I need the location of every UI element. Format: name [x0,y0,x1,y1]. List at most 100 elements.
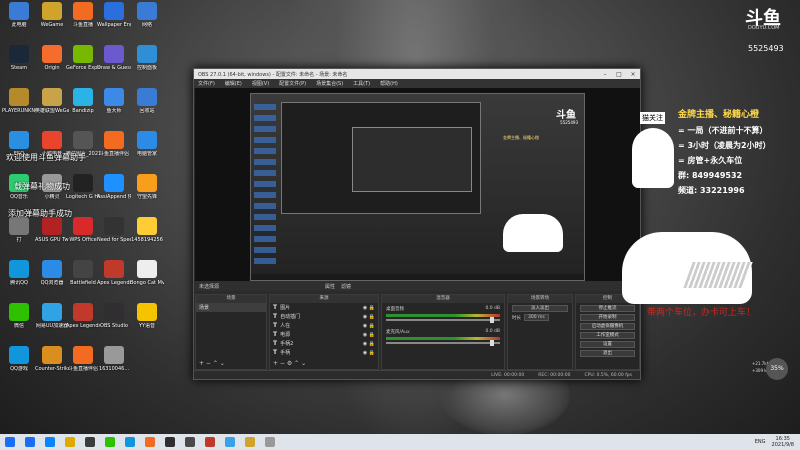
desktop-icon[interactable]: 微信 [2,303,36,343]
start-button[interactable] [5,437,15,447]
visibility-lock-icon[interactable]: ◉ 🔒 [363,332,375,338]
desktop-icon[interactable]: OBS Studio [97,303,131,343]
volume-slider[interactable] [386,340,500,346]
desktop-icon[interactable]: Apex Legends [97,260,131,300]
desktop-icon[interactable]: Battlefield [66,260,100,300]
filters-button[interactable]: 滤镜 [341,283,351,290]
visibility-lock-icon[interactable]: ◉ 🔒 [363,305,375,311]
control-button[interactable]: 工作室模式 [580,332,635,339]
app-icon [42,346,62,364]
source-item[interactable]: T 手柄 ◉ 🔒 [270,348,378,357]
duration-input[interactable]: 300 ms [524,314,549,321]
desktop-icon[interactable]: 1458194256 [130,217,164,257]
taskbar-app-icon[interactable] [225,437,235,447]
desktop-icon[interactable]: Need for Speed [97,217,131,257]
transition-select[interactable]: 淡入淡出 [512,305,568,312]
menu-item[interactable]: 场景集合(S) [316,80,343,87]
taskbar-app-icon[interactable] [145,437,155,447]
desktop-icon[interactable]: Origin [35,45,69,85]
source-item[interactable]: T 电源 ◉ 🔒 [270,330,378,339]
close-button[interactable]: × [626,71,640,78]
source-controls[interactable]: + − ⚙ ⌃ ⌄ [273,360,306,367]
menu-item[interactable]: 帮助(H) [380,80,398,87]
control-button[interactable]: 开始录制 [580,314,635,321]
desktop-icon[interactable]: 网易UU加速器 [35,303,69,343]
taskbar-app-icon[interactable] [165,437,175,447]
taskbar-app-icon[interactable] [105,437,115,447]
desktop-icon[interactable]: 斗鱼直播伴侣 [66,346,100,386]
desktop-icon[interactable]: Counter-Strike Global Off... [35,346,69,386]
scene-controls[interactable]: + − ⌃ ⌄ [199,360,225,367]
visibility-lock-icon[interactable]: ◉ 🔒 [363,341,375,347]
menu-item[interactable]: 工具(T) [353,80,370,87]
desktop-icon[interactable]: Bandizip [66,88,100,128]
desktop-icon[interactable]: 腾讯QQ [2,260,36,300]
desktop-icon[interactable]: 英雄联盟WeGame版 [35,88,69,128]
desktop-icon[interactable]: 电脑管家 [130,131,164,171]
language-indicator[interactable]: ENG [755,439,766,445]
desktop-icon[interactable]: WPS Office [66,217,100,257]
minimize-button[interactable]: – [598,71,612,78]
desktop-icon[interactable]: Bongo Cat Mver [130,260,164,300]
obs-preview[interactable]: 斗鱼 5525493 金牌主播、秘籍心橙 [195,88,640,283]
source-item[interactable]: T 手柄2 ◉ 🔒 [270,339,378,348]
menu-item[interactable]: 文件(F) [198,80,215,87]
control-button[interactable]: 启动虚拟摄像机 [580,323,635,330]
desktop-icon[interactable]: 网络 [130,2,164,42]
menu-item[interactable]: 配置文件(P) [279,80,306,87]
desktop-icon[interactable]: ASUS GPU TweakII [35,217,69,257]
taskbar-app-icon[interactable] [85,437,95,447]
volume-slider[interactable] [386,317,500,323]
desktop-icon[interactable]: Draw & Guess [97,45,131,85]
desktop-icon[interactable]: Wallpaper Engine [97,2,131,42]
properties-button[interactable]: 属性 [325,283,335,290]
obs-window[interactable]: OBS 27.0.1 (64-bit, windows) - 配置文件: 未命名… [193,68,641,380]
desktop-icon[interactable]: Apex Legends [66,303,100,343]
control-button[interactable]: 退出 [580,350,635,357]
taskbar-app-icon[interactable] [125,437,135,447]
visibility-lock-icon[interactable]: ◉ 🔒 [363,314,375,320]
desktop-icon[interactable]: WeGame [35,2,69,42]
desktop-icon[interactable]: QQ浏览器 [35,260,69,300]
desktop-icon[interactable]: 控制面板 [130,45,164,85]
desktop-icon[interactable]: QQ游戏 [2,346,36,386]
source-item[interactable]: T 图片 ◉ 🔒 [270,303,378,312]
desktop-icon[interactable]: 回收站 [130,88,164,128]
control-button[interactable]: 停止推流 [580,305,635,312]
desktop-icon[interactable]: 16310046... [97,346,131,386]
desktop-icon[interactable]: 鱼大师 [97,88,131,128]
clock[interactable]: 16:35 2021/9/8 [772,436,794,448]
taskbar-app-icon[interactable] [25,437,35,447]
taskbar-app-icon[interactable] [245,437,255,447]
scene-item[interactable]: 场景 [196,303,266,312]
control-button[interactable]: 设置 [580,341,635,348]
menu-item[interactable]: 编辑(E) [225,80,242,87]
visibility-lock-icon[interactable]: ◉ 🔒 [363,350,375,356]
maximize-button[interactable]: □ [612,71,626,78]
app-icon [73,303,93,321]
desktop-icon[interactable]: AssiAppend 快捷方式 [97,174,131,214]
source-item[interactable]: T 人在 ◉ 🔒 [270,321,378,330]
taskbar-app-icon[interactable] [65,437,75,447]
desktop-icon[interactable]: 守望先锋 [130,174,164,214]
source-item[interactable]: T 自动插门 ◉ 🔒 [270,312,378,321]
desktop-icon[interactable]: GeForce Experience [66,45,100,85]
visibility-lock-icon[interactable]: ◉ 🔒 [363,323,375,329]
desktop-icon[interactable]: ESO [2,131,36,171]
desktop-icon[interactable]: YY语音 [130,303,164,343]
taskbar-app-icon[interactable] [185,437,195,447]
desktop-icon[interactable]: PLAYERUNKNOWN'S BATTLEGROUNDS [2,88,36,128]
desktop-icon[interactable]: Steam [2,45,36,85]
desktop-icon[interactable]: 小鹅电竞 [35,131,69,171]
obs-menu-bar[interactable]: 文件(F) 编辑(E) 视图(V) 配置文件(P) 场景集合(S) 工具(T) 帮助(H) [194,79,640,88]
obs-title-bar[interactable]: OBS 27.0.1 (64-bit, windows) - 配置文件: 未命名… [194,69,640,79]
menu-item[interactable]: 视图(V) [252,80,269,87]
taskbar-app-icon[interactable] [45,437,55,447]
desktop-icon[interactable]: 此电脑 [2,2,36,42]
desktop-icon[interactable]: 斗鱼直播 [66,2,100,42]
taskbar-app-icon[interactable] [205,437,215,447]
taskbar-app-icon[interactable] [265,437,275,447]
desktop-icon[interactable]: 微信图片_2021071... [66,131,100,171]
desktop-icon[interactable]: 打 [2,217,36,257]
desktop-icon[interactable]: 斗鱼直播伴侣 [97,131,131,171]
